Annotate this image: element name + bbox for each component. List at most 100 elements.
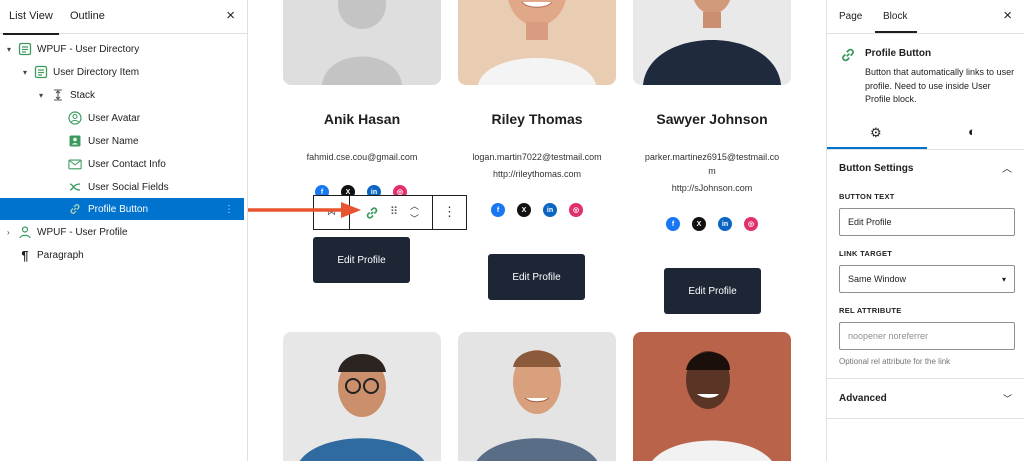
user-email[interactable]: fahmid.cse.cou@gmail.com: [277, 149, 447, 165]
arrow-annotation: [248, 202, 361, 218]
divider: [827, 418, 1024, 419]
tree-item-paragraph[interactable]: ¶ Paragraph: [0, 244, 244, 266]
document-icon: [18, 42, 32, 56]
user-card-icon: [68, 134, 82, 148]
list-view-panel: List View Outline × ▾ WPUF - User Direct…: [0, 0, 248, 461]
x-icon[interactable]: X: [692, 217, 706, 231]
tree-item-label: Stack: [70, 89, 96, 101]
tree-item-label: User Social Fields: [88, 181, 169, 193]
avatar: [633, 332, 791, 461]
chevron-down-icon[interactable]: ﹀: [1003, 392, 1012, 405]
instagram-icon[interactable]: ◎: [744, 217, 758, 231]
more-options-icon[interactable]: ⋮: [224, 204, 234, 215]
user-email[interactable]: logan.martin7022@testmail.com: [452, 149, 622, 165]
avatar: [633, 0, 791, 85]
tree-item-label: User Directory Item: [53, 66, 140, 78]
block-description: Button that automatically links to user …: [865, 67, 1015, 104]
editor-app: List View Outline × ▾ WPUF - User Direct…: [0, 0, 1024, 461]
user-url[interactable]: http://rileythomas.com: [452, 166, 622, 182]
user-url[interactable]: http://sJohnson.com: [627, 180, 797, 196]
chevron-down-icon: ▾: [1001, 274, 1006, 284]
edit-profile-button[interactable]: Edit Profile: [488, 254, 585, 300]
move-down-icon[interactable]: ﹀: [410, 212, 419, 225]
section-title[interactable]: Button Settings: [839, 163, 913, 174]
paragraph-icon: ¶: [21, 247, 29, 263]
avatar-placeholder: [283, 0, 441, 85]
close-icon[interactable]: ×: [1003, 7, 1012, 24]
linkedin-icon[interactable]: in: [543, 203, 557, 217]
avatar-icon: [68, 111, 82, 125]
link-icon[interactable]: [363, 205, 381, 226]
edit-profile-button[interactable]: Edit Profile: [664, 268, 761, 314]
tree-item-user-profile[interactable]: › WPUF - User Profile: [0, 221, 244, 243]
tree-item-label: Profile Button: [88, 203, 149, 215]
divider: [827, 149, 1024, 150]
stack-icon: [51, 88, 65, 102]
divider: [827, 378, 1024, 379]
user-icon: [18, 225, 32, 239]
avatar: [458, 332, 616, 461]
tree-item-label: Paragraph: [37, 249, 84, 261]
user-name: Riley Thomas: [491, 111, 583, 127]
active-tab-indicator: [875, 31, 917, 33]
chevron-down-icon[interactable]: ▾: [39, 91, 43, 100]
rel-attribute-input[interactable]: noopener noreferrer: [839, 322, 1015, 350]
tree-item-user-social-fields[interactable]: User Social Fields: [0, 176, 244, 198]
chevron-down-icon[interactable]: ▾: [23, 68, 27, 77]
linkedin-icon[interactable]: in: [718, 217, 732, 231]
block-settings-panel: Page Block × Profile Button Button that …: [826, 0, 1024, 461]
edit-profile-button[interactable]: Edit Profile: [313, 237, 410, 283]
link-target-label: LINK TARGET: [839, 249, 893, 258]
gear-icon[interactable]: ⚙: [870, 125, 882, 141]
mail-icon: [68, 157, 82, 171]
tree-item-user-avatar[interactable]: User Avatar: [0, 107, 244, 129]
advanced-section[interactable]: Advanced: [839, 393, 887, 404]
rel-help-text: Optional rel attribute for the link: [839, 357, 951, 366]
tree-item-label: WPUF - User Directory: [37, 43, 140, 55]
list-view-tabs: List View Outline ×: [0, 0, 247, 35]
document-icon: [34, 65, 48, 79]
tree-item-user-name[interactable]: User Name: [0, 130, 244, 152]
x-icon[interactable]: X: [517, 203, 531, 217]
tree-item-profile-button[interactable]: Profile Button ⋮: [0, 198, 244, 220]
user-email-wrap: m: [708, 166, 716, 176]
link-icon: [839, 46, 857, 69]
link-target-select[interactable]: Same Window ▾: [839, 265, 1015, 293]
editor-canvas: Anik Hasan Riley Thomas Sawyer Johnson f…: [248, 0, 826, 461]
tree-item-label: User Avatar: [88, 112, 141, 124]
tree-item-label: User Name: [88, 135, 139, 147]
button-text-input[interactable]: Edit Profile: [839, 208, 1015, 236]
settings-tabs: Page Block ×: [827, 0, 1024, 34]
block-title: Profile Button: [865, 48, 932, 59]
link-icon: [68, 202, 82, 216]
tree-item-user-contact-info[interactable]: User Contact Info: [0, 153, 244, 175]
link-target-value: Same Window: [848, 274, 907, 284]
close-icon[interactable]: ×: [226, 7, 235, 24]
styles-contrast-icon[interactable]: ◐: [968, 124, 976, 139]
tab-block[interactable]: Block: [883, 11, 907, 22]
chevron-up-icon[interactable]: ︿: [1002, 160, 1012, 175]
chevron-down-icon[interactable]: ▾: [7, 45, 11, 54]
tree-item-directory-item[interactable]: ▾ User Directory Item: [0, 61, 244, 83]
tree-item-stack[interactable]: ▾ Stack: [0, 84, 244, 106]
tree-item-label: WPUF - User Profile: [37, 226, 128, 238]
rel-attribute-label: REL ATTRIBUTE: [839, 306, 902, 315]
facebook-icon[interactable]: f: [491, 203, 505, 217]
tab-outline[interactable]: Outline: [70, 10, 105, 22]
toolbar-divider: [432, 196, 433, 229]
instagram-icon[interactable]: ◎: [569, 203, 583, 217]
tree-item-label: User Contact Info: [88, 158, 166, 170]
move-up-icon[interactable]: ︿: [410, 199, 419, 212]
user-name: Anik Hasan: [323, 111, 401, 127]
avatar: [283, 332, 441, 461]
more-options-icon[interactable]: ⋮: [443, 204, 456, 220]
drag-handle-icon[interactable]: ⠿: [390, 205, 398, 218]
tree-item-user-directory[interactable]: ▾ WPUF - User Directory: [0, 38, 244, 60]
button-text-label: BUTTON TEXT: [839, 192, 895, 201]
tab-page[interactable]: Page: [839, 11, 862, 22]
tab-list-view[interactable]: List View: [3, 10, 59, 35]
user-name: Sawyer Johnson: [656, 111, 768, 127]
facebook-icon[interactable]: f: [666, 217, 680, 231]
chevron-right-icon[interactable]: ›: [7, 228, 10, 237]
social-share-icon: [68, 180, 82, 194]
